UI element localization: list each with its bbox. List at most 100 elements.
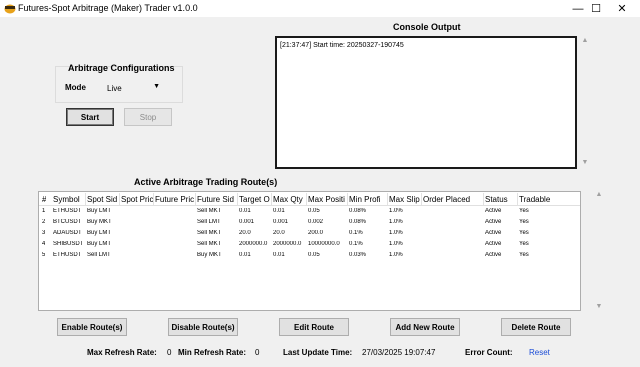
cell-future-side: Sell LMT: [197, 219, 221, 225]
cell-spot-side: Buy LMT: [87, 208, 112, 214]
cell-target: 0.01: [239, 208, 251, 214]
table-row[interactable]: 5 ETHUSDT Sell LMT Buy MKT 0.01 0.01 0.0…: [39, 250, 580, 261]
chevron-down-icon: ▼: [153, 83, 160, 90]
start-button-label: Start: [80, 112, 100, 122]
cell-min-profit: 0.03%: [349, 252, 367, 258]
cell-symbol: ADAUSDT: [53, 230, 82, 236]
cell-min-profit: 0.08%: [349, 219, 367, 225]
maximize-icon: ☐: [591, 3, 601, 15]
column-header[interactable]: Tradable: [519, 195, 559, 204]
column-header[interactable]: Spot Pric: [121, 195, 153, 204]
reset-link[interactable]: Reset: [529, 348, 550, 357]
cell-symbol: ETHUSDT: [53, 252, 82, 258]
cell-status: Active: [485, 230, 502, 236]
close-button[interactable]: ✕: [604, 0, 640, 17]
add-route-button[interactable]: Add New Route: [390, 318, 460, 336]
cell-status: Active: [485, 208, 502, 214]
console-scroll-up-icon[interactable]: ▲: [580, 37, 590, 44]
column-header[interactable]: Max Slip: [389, 195, 421, 204]
cell-max-position: 0.05: [308, 252, 320, 258]
cell-target: 0.01: [239, 252, 251, 258]
stop-button-label: Stop: [139, 112, 157, 122]
cell-spot-side: Sell LMT: [87, 252, 111, 258]
column-header[interactable]: Min Profi: [349, 195, 387, 204]
cell-target: 2000000.0: [239, 241, 268, 247]
add-route-label: Add New Route: [395, 322, 455, 332]
table-row[interactable]: 4 SHIBUSDT Buy LMT Sell MKT 2000000.0 20…: [39, 239, 580, 250]
cell-target: 20.0: [239, 230, 251, 236]
title-bar: Futures-Spot Arbitrage (Maker) Trader v1…: [0, 0, 640, 17]
table-scroll-up-icon[interactable]: ▲: [594, 191, 604, 198]
cell-spot-side: Buy MKT: [87, 219, 112, 225]
enable-routes-button[interactable]: Enable Route(s): [57, 318, 127, 336]
max-refresh-value: 0: [167, 348, 172, 357]
cell-max-slip: 1.0%: [389, 241, 403, 247]
cell-future-side: Sell MKT: [197, 241, 222, 247]
column-header[interactable]: #: [42, 195, 46, 204]
cell-symbol: SHIBUSDT: [53, 241, 84, 247]
window-title: Futures-Spot Arbitrage (Maker) Trader v1…: [18, 3, 198, 13]
cell-future-side: Sell MKT: [197, 230, 222, 236]
cell-index: 2: [42, 219, 46, 225]
start-button[interactable]: Start: [66, 108, 114, 126]
table-row[interactable]: 2 BTCUSDT Buy MKT Sell LMT 0.001 0.001 0…: [39, 217, 580, 228]
mode-value: Live: [107, 84, 122, 93]
cell-future-side: Buy MKT: [197, 252, 222, 258]
cell-max-position: 10000000.0: [308, 241, 340, 247]
routes-table[interactable]: # Symbol Spot Sid Spot Pric Future Pric …: [38, 191, 581, 311]
cell-max-slip: 1.0%: [389, 208, 403, 214]
cell-spot-side: Buy LMT: [87, 241, 112, 247]
cell-min-profit: 0.1%: [349, 241, 363, 247]
cell-max-qty: 0.01: [273, 252, 285, 258]
mode-select[interactable]: Live ▼: [102, 80, 166, 96]
cell-max-qty: 0.01: [273, 208, 285, 214]
table-row[interactable]: 1 ETHUSDT Buy LMT Sell MKT 0.01 0.01 0.0…: [39, 206, 580, 217]
cell-status: Active: [485, 241, 502, 247]
cell-max-qty: 0.001: [273, 219, 289, 225]
column-header[interactable]: Target O: [239, 195, 271, 204]
delete-route-label: Delete Route: [511, 322, 561, 332]
column-header[interactable]: Status: [485, 195, 517, 204]
cell-status: Active: [485, 219, 502, 225]
enable-routes-label: Enable Route(s): [61, 322, 123, 332]
cell-max-position: 0.002: [308, 219, 324, 225]
delete-route-button[interactable]: Delete Route: [501, 318, 571, 336]
mode-label: Mode: [65, 83, 86, 92]
column-header[interactable]: Symbol: [53, 195, 85, 204]
cell-index: 1: [42, 208, 46, 214]
console-scroll-down-icon[interactable]: ▼: [580, 159, 590, 166]
table-scroll-down-icon[interactable]: ▼: [594, 303, 604, 310]
cell-max-position: 200.0: [308, 230, 324, 236]
min-refresh-label: Min Refresh Rate:: [178, 348, 247, 357]
cell-tradable: Yes: [519, 230, 529, 236]
stop-button[interactable]: Stop: [124, 108, 172, 126]
error-count-label: Error Count:: [465, 348, 513, 357]
cell-tradable: Yes: [519, 252, 529, 258]
column-header[interactable]: Future Sid: [197, 195, 237, 204]
table-row[interactable]: 3 ADAUSDT Buy LMT Sell MKT 20.0 20.0 200…: [39, 228, 580, 239]
column-header[interactable]: Spot Sid: [87, 195, 119, 204]
cell-tradable: Yes: [519, 219, 529, 225]
disable-routes-label: Disable Route(s): [171, 322, 235, 332]
min-refresh-value: 0: [255, 348, 260, 357]
routes-table-header: # Symbol Spot Sid Spot Pric Future Pric …: [39, 192, 580, 206]
cell-symbol: BTCUSDT: [53, 219, 82, 225]
cell-spot-side: Buy LMT: [87, 230, 112, 236]
cell-tradable: Yes: [519, 208, 529, 214]
edit-route-button[interactable]: Edit Route: [279, 318, 349, 336]
cell-min-profit: 0.1%: [349, 230, 363, 236]
column-header[interactable]: Max Qty: [273, 195, 306, 204]
disable-routes-button[interactable]: Disable Route(s): [168, 318, 238, 336]
app-logo-icon: [4, 4, 16, 14]
console-title: Console Output: [393, 22, 461, 32]
column-header[interactable]: Order Placed: [423, 195, 483, 204]
cell-max-slip: 1.0%: [389, 230, 403, 236]
cell-tradable: Yes: [519, 241, 529, 247]
last-update-value: 27/03/2025 19:07:47: [362, 348, 436, 357]
console-output[interactable]: [21:37:47] Start time: 20250327-190745: [275, 36, 577, 169]
column-header[interactable]: Future Pric: [155, 195, 195, 204]
cell-max-slip: 1.0%: [389, 252, 403, 258]
cell-max-slip: 1.0%: [389, 219, 403, 225]
config-title: Arbitrage Configurations: [68, 63, 175, 73]
column-header[interactable]: Max Positi: [308, 195, 347, 204]
